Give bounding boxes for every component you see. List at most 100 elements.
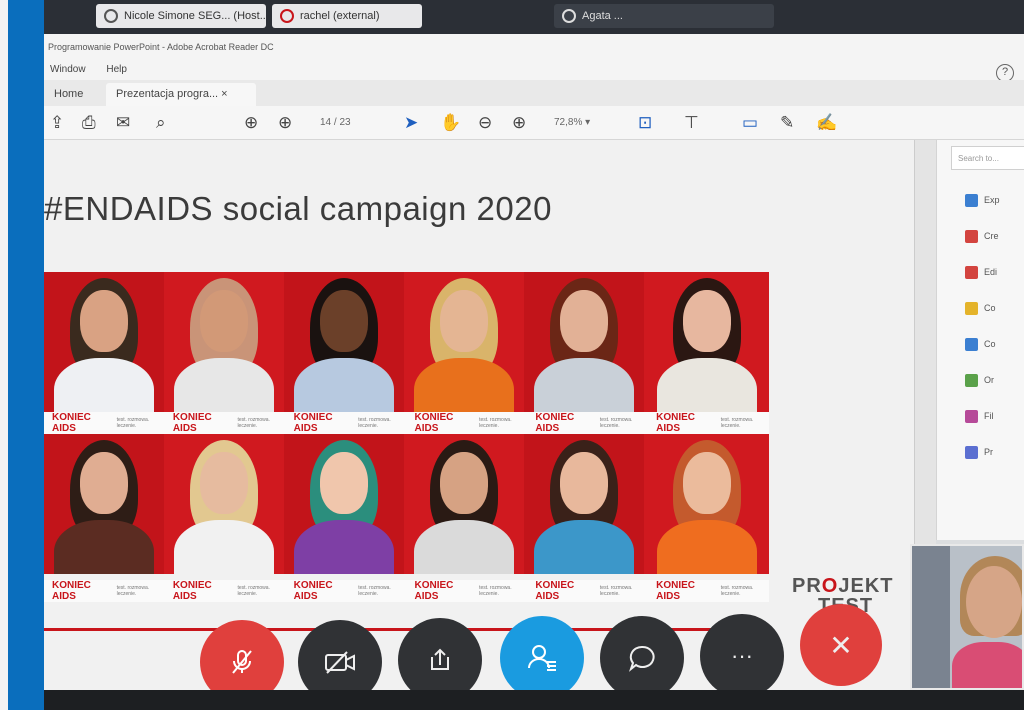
- slide-title: #ENDAIDS social campaign 2020: [44, 190, 552, 227]
- sidebar-tool-item[interactable]: Edi: [965, 262, 1024, 282]
- document-tabs: Home Prezentacja progra... ×: [44, 80, 1024, 106]
- logo-row-2: KONIEC AIDS test. rozmowa. leczenie. KONIE…: [44, 580, 769, 602]
- tab-home[interactable]: Home: [44, 83, 93, 106]
- portrait-body: [414, 520, 514, 574]
- portrait-body: [534, 520, 634, 574]
- sidebar-tool-item[interactable]: Or: [965, 370, 1024, 390]
- logo-subtext: test. rozmowa. leczenie.: [237, 585, 270, 597]
- portrait-body: [414, 358, 514, 412]
- page-indicator[interactable]: 14 / 23: [320, 117, 351, 128]
- campaign-photo: [404, 272, 524, 412]
- user-icon: [280, 9, 294, 23]
- taskbar: Nicole Simone SEG... (Host...) rachel (e…: [44, 0, 1024, 34]
- logo-text: KONIEC AIDS: [535, 580, 575, 602]
- pen-icon[interactable]: ✎: [780, 114, 794, 132]
- portrait-body: [54, 520, 154, 574]
- portrait-face: [320, 452, 368, 514]
- user-icon: [562, 9, 576, 23]
- portrait-face: [200, 290, 248, 352]
- portrait-body: [294, 358, 394, 412]
- share-screen-icon: [431, 648, 449, 670]
- logo-text: KONIEC AIDS: [52, 412, 91, 434]
- tool-label: Co: [984, 339, 996, 349]
- participants-icon: [528, 645, 556, 671]
- tool-icon: [965, 265, 978, 279]
- more-button[interactable]: ···: [700, 614, 784, 698]
- mic-off-icon: [232, 650, 252, 674]
- logo-text: KONIEC AIDS: [414, 580, 454, 602]
- sidebar-tool-item[interactable]: Co: [965, 334, 1024, 354]
- logo-subtext: test. rozmowa. leczenie.: [599, 585, 633, 597]
- taskbar-tab-external[interactable]: rachel (external): [272, 4, 422, 28]
- taskbar-tab-label: rachel (external): [300, 10, 380, 22]
- logo-subtext: test. rozmowa. leczenie.: [479, 417, 512, 429]
- logo-text: KONIEC AIDS: [656, 580, 696, 602]
- search-icon[interactable]: ⌕: [156, 114, 166, 132]
- taskbar-tab-host[interactable]: Nicole Simone SEG... (Host...): [96, 4, 266, 28]
- logo-text: KONIEC AIDS: [172, 412, 212, 434]
- tab-presentation[interactable]: Prezentacja progra... ×: [106, 83, 256, 106]
- tool-icon: [965, 373, 978, 387]
- logo-text: KONIEC AIDS: [52, 580, 91, 602]
- select-tool-icon[interactable]: ➤: [404, 114, 418, 132]
- print-icon[interactable]: ⎙: [82, 114, 96, 132]
- menu-help[interactable]: Help: [106, 64, 127, 75]
- zoom-in-icon[interactable]: ⊕: [512, 114, 526, 132]
- logo-row-1: KONIEC AIDS test. rozmowa. leczenie. KONIE…: [44, 412, 769, 434]
- hand-tool-icon[interactable]: ✋: [440, 114, 461, 132]
- logo-text: KONIEC AIDS: [172, 580, 212, 602]
- sign-icon[interactable]: ✍: [816, 114, 837, 132]
- campaign-photo: [284, 272, 404, 412]
- logo-subtext: test. rozmowa. leczenie.: [479, 585, 512, 597]
- sidebar-tool-item[interactable]: Pr: [965, 442, 1024, 462]
- menu-bar: Window Help: [44, 60, 1024, 80]
- page-down-icon[interactable]: ⊕: [278, 114, 292, 132]
- tools-search-input[interactable]: Search to...: [951, 146, 1024, 170]
- tools-sidebar: Search to... Exp Cre Edi Co Co Or Fil Pr: [936, 140, 1024, 540]
- campaign-photo: [284, 434, 404, 574]
- logo-subtext: test. rozmowa. leczenie.: [358, 417, 391, 429]
- portrait-body: [656, 520, 757, 574]
- taskbar-tab-agata[interactable]: Agata ...: [554, 4, 774, 28]
- participants-button[interactable]: [500, 616, 584, 700]
- koniec-aids-logo: KONIEC AIDS test. rozmowa. leczenie.: [527, 412, 648, 434]
- taskbar-tab-label: Agata ...: [582, 10, 623, 22]
- koniec-aids-logo: KONIEC AIDS test. rozmowa. leczenie.: [648, 412, 769, 434]
- logo-text: KONIEC AIDS: [293, 580, 333, 602]
- fit-page-icon[interactable]: ⊡: [638, 114, 652, 132]
- koniec-aids-logo: KONIEC AIDS test. rozmowa. leczenie.: [527, 580, 648, 602]
- koniec-aids-logo: KONIEC AIDS test. rozmowa. leczenie.: [406, 412, 527, 434]
- tool-icon: [965, 337, 978, 351]
- end-call-button[interactable]: ✕: [800, 604, 882, 686]
- portrait-face: [682, 290, 731, 352]
- portrait-face: [682, 452, 731, 514]
- logo-text: KONIEC AIDS: [535, 412, 575, 434]
- koniec-aids-logo: KONIEC AIDS test. rozmowa. leczenie.: [165, 580, 286, 602]
- sidebar-tool-item[interactable]: Exp: [965, 190, 1024, 210]
- koniec-aids-logo: KONIEC AIDS test. rozmowa. leczenie.: [286, 580, 407, 602]
- sidebar-tool-item[interactable]: Fil: [965, 406, 1024, 426]
- sidebar-tool-item[interactable]: Co: [965, 298, 1024, 318]
- bottom-bezel: [44, 690, 1024, 710]
- mail-icon[interactable]: ✉: [116, 114, 130, 132]
- portrait-face: [320, 290, 368, 352]
- scroll-mode-icon[interactable]: ⊤: [684, 114, 699, 132]
- upload-icon[interactable]: ⇪: [50, 114, 64, 132]
- zoom-level[interactable]: 72,8% ▾: [554, 117, 590, 128]
- zoom-out-icon[interactable]: ⊖: [478, 114, 492, 132]
- user-icon: [104, 9, 118, 23]
- tool-icon: [965, 445, 978, 459]
- koniec-aids-logo: KONIEC AIDS test. rozmowa. leczenie.: [165, 412, 286, 434]
- koniec-aids-logo: KONIEC AIDS test. rozmowa. leczenie.: [44, 412, 165, 434]
- menu-window[interactable]: Window: [50, 64, 86, 75]
- logo-subtext: test. rozmowa. leczenie.: [116, 417, 150, 429]
- projekt-word: PROJEKT: [792, 575, 894, 597]
- logo-subtext: test. rozmowa. leczenie.: [720, 585, 754, 597]
- chat-button[interactable]: [600, 616, 684, 700]
- campaign-photo: [644, 434, 769, 574]
- koniec-aids-logo: KONIEC AIDS test. rozmowa. leczenie.: [406, 580, 527, 602]
- comment-icon[interactable]: ▭: [742, 114, 758, 132]
- sidebar-tool-item[interactable]: Cre: [965, 226, 1024, 246]
- page-up-icon[interactable]: ⊕: [244, 114, 258, 132]
- campaign-photo: [164, 434, 284, 574]
